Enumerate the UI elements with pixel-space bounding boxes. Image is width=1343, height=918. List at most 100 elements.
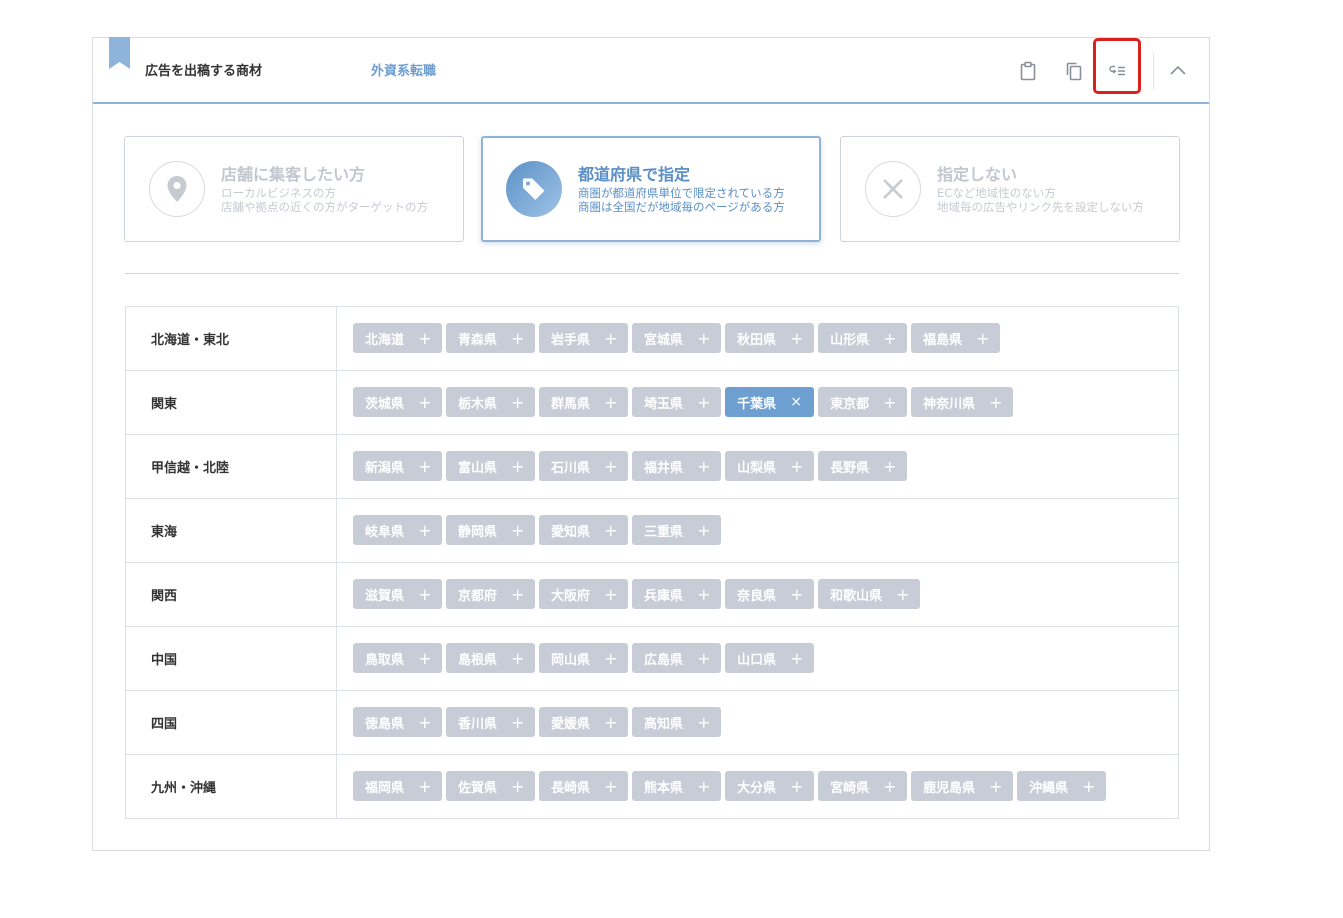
add-icon[interactable]: +	[418, 393, 431, 412]
remove-icon[interactable]: ×	[790, 394, 802, 410]
prefecture-chip[interactable]: 宮城県 +	[632, 323, 722, 353]
add-icon[interactable]: +	[604, 585, 617, 604]
add-icon[interactable]: +	[989, 393, 1002, 412]
prefecture-chip[interactable]: 東京都 +	[818, 387, 908, 417]
prefecture-chip[interactable]: 群馬県 +	[539, 387, 629, 417]
add-icon[interactable]: +	[697, 649, 710, 668]
prefecture-chip[interactable]: 神奈川県 +	[911, 387, 1014, 417]
add-icon[interactable]: +	[1082, 777, 1095, 796]
add-icon[interactable]: +	[511, 393, 524, 412]
prefecture-chip[interactable]: 千葉県 ×	[725, 387, 815, 417]
prefecture-chip[interactable]: 宮崎県 +	[818, 771, 908, 801]
add-icon[interactable]: +	[511, 713, 524, 732]
add-icon[interactable]: +	[790, 457, 803, 476]
prefecture-chip[interactable]: 奈良県 +	[725, 579, 815, 609]
prefecture-chip[interactable]: 福井県 +	[632, 451, 722, 481]
add-icon[interactable]: +	[697, 521, 710, 540]
prefecture-chip[interactable]: 静岡県 +	[446, 515, 536, 545]
prefecture-chip[interactable]: 岐阜県 +	[353, 515, 443, 545]
add-icon[interactable]: +	[604, 777, 617, 796]
add-icon[interactable]: +	[697, 777, 710, 796]
add-icon[interactable]: +	[511, 329, 524, 348]
prefecture-chip[interactable]: 岡山県 +	[539, 643, 629, 673]
add-icon[interactable]: +	[604, 713, 617, 732]
prefecture-chip[interactable]: 北海道 +	[353, 323, 443, 353]
prefecture-chip[interactable]: 愛知県 +	[539, 515, 629, 545]
add-icon[interactable]: +	[790, 777, 803, 796]
prefecture-chip[interactable]: 佐賀県 +	[446, 771, 536, 801]
add-icon[interactable]: +	[697, 457, 710, 476]
prefecture-chip[interactable]: 徳島県 +	[353, 707, 443, 737]
prefecture-chip[interactable]: 埼玉県 +	[632, 387, 722, 417]
option-store-targeting[interactable]: 店舗に集客したい方 ローカルビジネスの方 店舗や拠点の近くの方がターゲットの方	[124, 136, 464, 242]
prefecture-chip[interactable]: 熊本県 +	[632, 771, 722, 801]
add-icon[interactable]: +	[697, 393, 710, 412]
add-icon[interactable]: +	[989, 777, 1002, 796]
prefecture-chip[interactable]: 高知県 +	[632, 707, 722, 737]
add-icon[interactable]: +	[511, 585, 524, 604]
add-icon[interactable]: +	[697, 329, 710, 348]
add-icon[interactable]: +	[604, 649, 617, 668]
prefecture-chip[interactable]: 大分県 +	[725, 771, 815, 801]
prefecture-chip[interactable]: 京都府 +	[446, 579, 536, 609]
prefecture-chip[interactable]: 長野県 +	[818, 451, 908, 481]
prefecture-chip[interactable]: 青森県 +	[446, 323, 536, 353]
add-icon[interactable]: +	[790, 649, 803, 668]
prefecture-chip[interactable]: 山形県 +	[818, 323, 908, 353]
add-icon[interactable]: +	[418, 713, 431, 732]
add-icon[interactable]: +	[418, 457, 431, 476]
prefecture-chip[interactable]: 長崎県 +	[539, 771, 629, 801]
add-icon[interactable]: +	[418, 521, 431, 540]
prefecture-chip[interactable]: 福島県 +	[911, 323, 1001, 353]
chevron-up-icon[interactable]	[1167, 60, 1189, 82]
copy-icon[interactable]	[1063, 60, 1085, 82]
add-icon[interactable]: +	[418, 649, 431, 668]
prefecture-chip[interactable]: 石川県 +	[539, 451, 629, 481]
prefecture-chip[interactable]: 茨城県 +	[353, 387, 443, 417]
add-icon[interactable]: +	[896, 585, 909, 604]
prefecture-chip[interactable]: 三重県 +	[632, 515, 722, 545]
add-icon[interactable]: +	[790, 329, 803, 348]
add-icon[interactable]: +	[697, 713, 710, 732]
prefecture-chip[interactable]: 広島県 +	[632, 643, 722, 673]
prefecture-chip[interactable]: 島根県 +	[446, 643, 536, 673]
add-icon[interactable]: +	[883, 393, 896, 412]
header-value[interactable]: 外資系転職	[371, 60, 436, 79]
add-icon[interactable]: +	[604, 521, 617, 540]
add-icon[interactable]: +	[418, 777, 431, 796]
add-icon[interactable]: +	[418, 585, 431, 604]
add-icon[interactable]: +	[976, 329, 989, 348]
option-no-targeting[interactable]: 指定しない ECなど地域性のない方 地域毎の広告やリンク先を設定しない方	[840, 136, 1180, 242]
add-icon[interactable]: +	[604, 393, 617, 412]
prefecture-chip[interactable]: 沖縄県 +	[1017, 771, 1107, 801]
option-prefecture[interactable]: 都道府県で指定 商圏が都道府県単位で限定されている方 商圏は全国だが地域毎のペー…	[481, 136, 821, 242]
add-icon[interactable]: +	[883, 777, 896, 796]
prefecture-chip[interactable]: 鹿児島県 +	[911, 771, 1014, 801]
add-icon[interactable]: +	[604, 457, 617, 476]
add-icon[interactable]: +	[883, 329, 896, 348]
prefecture-chip[interactable]: 福岡県 +	[353, 771, 443, 801]
prefecture-chip[interactable]: 兵庫県 +	[632, 579, 722, 609]
add-icon[interactable]: +	[790, 585, 803, 604]
add-icon[interactable]: +	[883, 457, 896, 476]
add-icon[interactable]: +	[604, 329, 617, 348]
add-icon[interactable]: +	[511, 649, 524, 668]
add-icon[interactable]: +	[511, 457, 524, 476]
prefecture-chip[interactable]: 大阪府 +	[539, 579, 629, 609]
prefecture-chip[interactable]: 栃木県 +	[446, 387, 536, 417]
prefecture-chip[interactable]: 香川県 +	[446, 707, 536, 737]
add-icon[interactable]: +	[697, 585, 710, 604]
prefecture-chip[interactable]: 愛媛県 +	[539, 707, 629, 737]
prefecture-chip[interactable]: 富山県 +	[446, 451, 536, 481]
clipboard-icon[interactable]	[1017, 60, 1039, 82]
prefecture-chip[interactable]: 和歌山県 +	[818, 579, 921, 609]
prefecture-chip[interactable]: 新潟県 +	[353, 451, 443, 481]
add-icon[interactable]: +	[511, 521, 524, 540]
prefecture-chip[interactable]: 滋賀県 +	[353, 579, 443, 609]
prefecture-chip[interactable]: 岩手県 +	[539, 323, 629, 353]
add-icon[interactable]: +	[418, 329, 431, 348]
prefecture-chip[interactable]: 山口県 +	[725, 643, 815, 673]
prefecture-chip[interactable]: 秋田県 +	[725, 323, 815, 353]
prefecture-chip[interactable]: 鳥取県 +	[353, 643, 443, 673]
prefecture-chip[interactable]: 山梨県 +	[725, 451, 815, 481]
